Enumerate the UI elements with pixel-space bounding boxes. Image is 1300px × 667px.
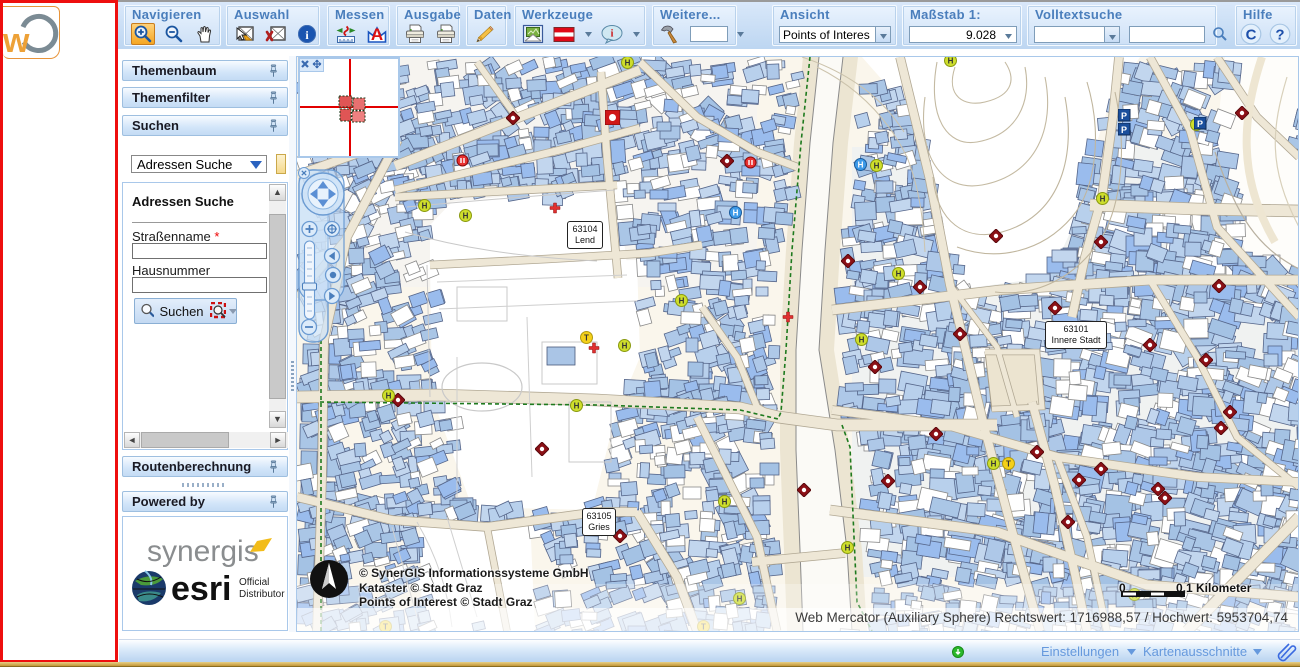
svg-text:H: H — [874, 162, 880, 171]
svg-text:H: H — [858, 161, 864, 170]
svg-text:H: H — [859, 336, 865, 345]
svg-text:H: H — [422, 202, 428, 211]
svg-text:C: C — [1246, 27, 1257, 44]
svg-text:A: A — [371, 25, 383, 44]
svg-text:H: H — [733, 209, 739, 218]
svg-text:H: H — [679, 297, 685, 306]
svg-text:H: H — [574, 402, 580, 411]
svg-text:H: H — [625, 59, 631, 68]
svg-text:T: T — [1006, 460, 1011, 469]
svg-text:H: H — [1100, 195, 1106, 204]
svg-text:H: H — [463, 212, 469, 221]
svg-text:esri: esri — [171, 570, 232, 608]
svg-text:Distributor: Distributor — [239, 589, 285, 600]
svg-text:P: P — [1197, 119, 1203, 129]
svg-text:H: H — [896, 270, 902, 279]
svg-text:H: H — [386, 392, 392, 401]
svg-text:H: H — [845, 544, 851, 553]
svg-text:?: ? — [1275, 27, 1284, 44]
svg-text:synergis: synergis — [147, 535, 259, 567]
svg-text:P: P — [1121, 111, 1127, 121]
svg-text:w: w — [3, 22, 30, 60]
svg-text:H: H — [622, 342, 628, 351]
svg-text:Official: Official — [239, 577, 269, 588]
svg-text:H: H — [948, 57, 954, 66]
svg-text:i: i — [611, 29, 614, 40]
svg-text:P: P — [1121, 125, 1127, 135]
svg-text:H: H — [991, 460, 997, 469]
svg-text:H: H — [722, 498, 728, 507]
